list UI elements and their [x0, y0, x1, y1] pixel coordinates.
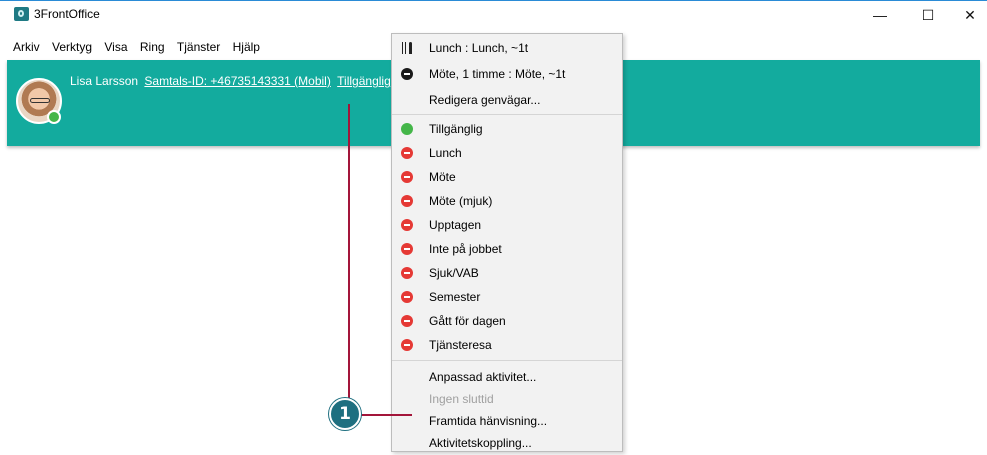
menu-item-label: Möte (mjuk)	[429, 194, 493, 208]
close-button[interactable]: ✕	[950, 4, 987, 26]
menu-separator	[392, 114, 622, 115]
presence-available-icon	[47, 110, 61, 124]
minimize-button[interactable]: —	[860, 4, 900, 26]
available-icon	[401, 123, 413, 135]
menu-item-label: Sjuk/VAB	[429, 266, 479, 280]
menu-tjanster[interactable]: Tjänster	[177, 40, 220, 54]
menu-hjalp[interactable]: Hjälp	[233, 40, 260, 54]
menu-item-label: Tillgänglig	[429, 122, 483, 136]
menu-ring[interactable]: Ring	[140, 40, 165, 54]
menu-item-label: Lunch	[429, 146, 462, 160]
menu-item-framtida-hanvisning[interactable]: Framtida hänvisning...	[392, 409, 622, 433]
menu-visa[interactable]: Visa	[104, 40, 127, 54]
menu-item-shortcut-lunch[interactable]: Lunch : Lunch, ~1t	[392, 36, 622, 60]
menu-separator	[392, 360, 622, 361]
callout-badge: 1	[329, 398, 361, 430]
menu-item-label: Redigera genvägar...	[429, 93, 541, 107]
menu-item-label: Möte	[429, 170, 456, 184]
menu-item-label: Gått för dagen	[429, 314, 506, 328]
busy-icon	[401, 315, 413, 327]
menu-item-status-gatt-for-dagen[interactable]: Gått för dagen	[392, 309, 622, 333]
maximize-button[interactable]: ☐	[908, 4, 948, 26]
avatar-glasses	[30, 98, 50, 103]
app-window: 3FrontOffice — ☐ ✕ Arkiv Verktyg Visa Ri…	[0, 0, 987, 452]
menu-item-status-mote[interactable]: Möte	[392, 165, 622, 189]
busy-icon	[401, 219, 413, 231]
menu-item-label: Möte, 1 timme : Möte, ~1t	[429, 67, 566, 81]
menu-item-status-mote-mjuk[interactable]: Möte (mjuk)	[392, 189, 622, 213]
menu-item-label: Upptagen	[429, 218, 482, 232]
busy-icon	[401, 291, 413, 303]
menu-item-label: Aktivitetskoppling...	[429, 436, 532, 450]
menu-item-aktivitetskoppling[interactable]: Aktivitetskoppling...	[392, 431, 622, 455]
busy-icon	[401, 339, 413, 351]
status-context-menu: Lunch : Lunch, ~1t Möte, 1 timme : Möte,…	[391, 33, 623, 452]
menu-verktyg[interactable]: Verktyg	[52, 40, 92, 54]
status-link[interactable]: Tillgänglig	[337, 74, 391, 88]
menu-item-status-tillganglig[interactable]: Tillgänglig	[392, 117, 622, 141]
menu-item-label: Tjänsteresa	[429, 338, 492, 352]
menu-item-label: Anpassad aktivitet...	[429, 370, 537, 384]
busy-icon	[401, 267, 413, 279]
menu-item-status-upptagen[interactable]: Upptagen	[392, 213, 622, 237]
busy-icon	[401, 243, 413, 255]
cutlery-icon	[401, 42, 413, 54]
window-title: 3FrontOffice	[34, 7, 100, 21]
app-logo-icon	[14, 7, 29, 21]
menu-item-ingen-sluttid: Ingen sluttid	[392, 387, 622, 411]
busy-icon	[401, 171, 413, 183]
busy-black-icon	[401, 68, 413, 80]
menu-item-edit-shortcuts[interactable]: Redigera genvägar...	[392, 88, 622, 112]
busy-icon	[401, 195, 413, 207]
menu-item-shortcut-meeting[interactable]: Möte, 1 timme : Möte, ~1t	[392, 62, 622, 86]
menu-bar: Arkiv Verktyg Visa Ring Tjänster Hjälp	[0, 40, 390, 58]
title-bar: 3FrontOffice — ☐ ✕	[0, 0, 987, 26]
menu-item-label: Semester	[429, 290, 481, 304]
menu-item-label: Inte på jobbet	[429, 242, 502, 256]
call-id-link[interactable]: Samtals-ID: +46735143331 (Mobil)	[144, 74, 330, 88]
user-name: Lisa Larsson	[70, 74, 139, 88]
menu-item-label: Lunch : Lunch, ~1t	[429, 41, 529, 55]
menu-item-status-sjuk-vab[interactable]: Sjuk/VAB	[392, 261, 622, 285]
menu-item-label: Ingen sluttid	[429, 392, 494, 406]
menu-item-status-inte-pa-jobbet[interactable]: Inte på jobbet	[392, 237, 622, 261]
menu-item-status-lunch[interactable]: Lunch	[392, 141, 622, 165]
menu-item-status-tjansteresa[interactable]: Tjänsteresa	[392, 333, 622, 357]
menu-item-anpassad-aktivitet[interactable]: Anpassad aktivitet...	[392, 365, 622, 389]
menu-item-status-semester[interactable]: Semester	[392, 285, 622, 309]
menu-arkiv[interactable]: Arkiv	[13, 40, 40, 54]
busy-icon	[401, 147, 413, 159]
callout-line	[348, 104, 350, 416]
user-info: Lisa Larsson Samtals-ID: +46735143331 (M…	[70, 74, 391, 88]
menu-item-label: Framtida hänvisning...	[429, 414, 548, 428]
